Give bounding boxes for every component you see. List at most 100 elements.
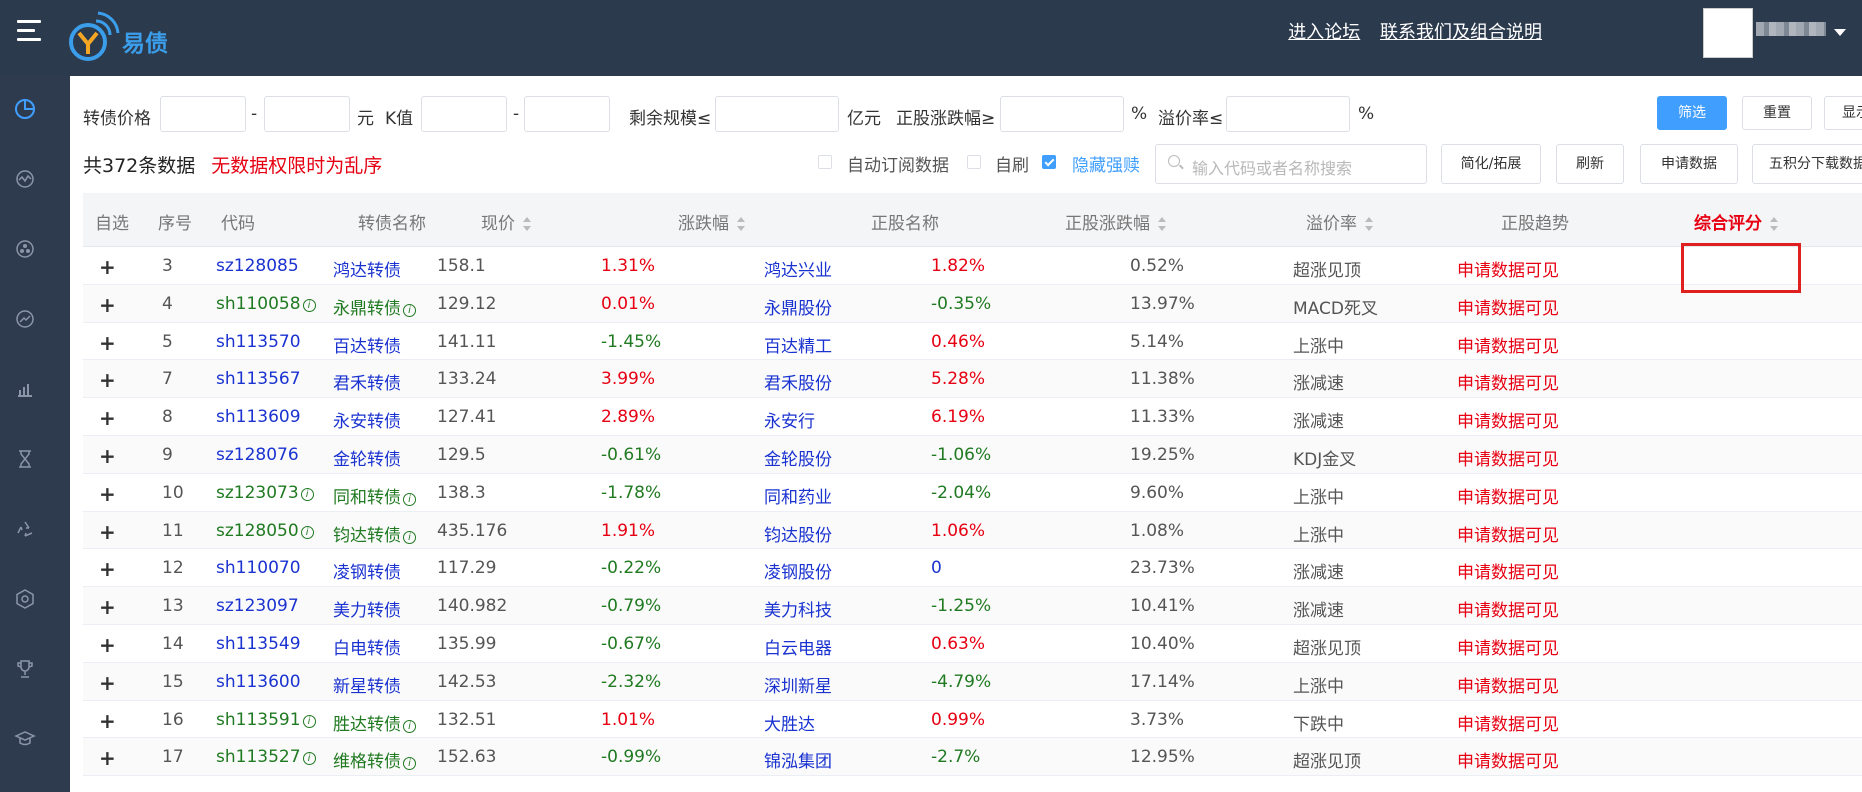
table-row[interactable]: +4 sh110058 i 永鼎转债 i 129.12 0.01% 永鼎股份 -0.35% 13.… (83, 284, 1862, 323)
code-link[interactable]: sh113570 (216, 332, 301, 352)
bond-name-link[interactable]: 百达转债 (333, 332, 401, 357)
table-row[interactable]: +12 sh110070 凌钢转债 117.29 -0.22% 凌钢股份 0 23.73% 涨减… (83, 549, 1862, 588)
k-min-input[interactable] (421, 96, 507, 132)
code-link[interactable]: sz128050 i (216, 521, 314, 541)
col-price[interactable]: 现价 (481, 209, 531, 234)
bond-name-link[interactable]: 永鼎转债 i (333, 294, 416, 319)
chevron-down-icon[interactable] (1834, 29, 1846, 36)
trophy-icon[interactable] (14, 658, 36, 680)
stock-name-link[interactable]: 鸿达兴业 (764, 256, 832, 281)
table-row[interactable]: +13 sz123097 美力转债 140.982 -0.79% 美力科技 -1.25% 10… (83, 587, 1862, 625)
apply-data-button[interactable]: 申请数据 (1640, 144, 1738, 184)
score-cell[interactable]: 申请数据可见 (1457, 294, 1559, 319)
bond-name-link[interactable]: 金轮转债 (333, 445, 401, 470)
score-cell[interactable]: 申请数据可见 (1457, 634, 1559, 659)
reset-button[interactable]: 重置 (1742, 96, 1812, 130)
bond-name-link[interactable]: 白电转债 (333, 634, 401, 659)
price-min-input[interactable] (160, 96, 246, 132)
score-cell[interactable]: 申请数据可见 (1457, 369, 1559, 394)
table-row[interactable]: +11 sz128050 i 钧达转债 i 435.176 1.91% 钧达股份 1.06% 1.… (83, 511, 1862, 550)
bond-name-link[interactable]: 君禾转债 (333, 369, 401, 394)
table-row[interactable]: +7 sh113567 君禾转债 133.24 3.99% 君禾股份 5.28% 11.38%… (83, 360, 1862, 399)
stock-name-link[interactable]: 锦泓集团 (764, 747, 832, 772)
bond-name-link[interactable]: 鸿达转债 (333, 256, 401, 281)
stock-name-link[interactable]: 百达精工 (764, 332, 832, 357)
score-cell[interactable]: 申请数据可见 (1457, 672, 1559, 697)
add-watch-icon[interactable]: + (99, 444, 116, 468)
menu-toggle-icon[interactable] (17, 20, 41, 42)
code-link[interactable]: sz123097 (216, 596, 299, 616)
add-watch-icon[interactable]: + (99, 482, 116, 506)
bond-name-link[interactable]: 永安转债 (333, 407, 401, 432)
add-watch-icon[interactable]: + (99, 557, 116, 581)
graduation-cap-icon[interactable] (14, 728, 36, 750)
add-watch-icon[interactable]: + (99, 520, 116, 544)
code-link[interactable]: sh113591 i (216, 710, 316, 730)
code-link[interactable]: sh113549 (216, 634, 301, 654)
code-link[interactable]: sh110070 (216, 558, 301, 578)
add-watch-icon[interactable]: + (99, 331, 116, 355)
table-row[interactable]: +15 sh113600 新星转债 142.53 -2.32% 深圳新星 -4.79% 17.… (83, 662, 1862, 701)
stock-name-link[interactable]: 凌钢股份 (764, 558, 832, 583)
download-button[interactable]: 五积分下载数据 (1752, 144, 1862, 184)
bond-name-link[interactable]: 新星转债 (333, 672, 401, 697)
stock-name-link[interactable]: 永鼎股份 (764, 294, 832, 319)
user-name-blurred[interactable] (1756, 22, 1826, 36)
contact-link[interactable]: 联系我们及组合说明 (1380, 22, 1542, 43)
scale-input[interactable] (715, 96, 839, 132)
trend-icon[interactable] (14, 308, 36, 330)
code-link[interactable]: sh113609 (216, 407, 301, 427)
stock-name-link[interactable]: 永安行 (764, 407, 815, 432)
display-button[interactable]: 显示 (1824, 96, 1862, 130)
table-row[interactable]: +17 sh113527 i 维格转债 i 152.63 -0.99% 锦泓集团 -2.7% 12… (83, 738, 1862, 777)
bond-name-link[interactable]: 维格转债 i (333, 747, 416, 772)
simplify-button[interactable]: 简化/拓展 (1441, 144, 1541, 184)
code-link[interactable]: sh113527 i (216, 747, 316, 767)
code-link[interactable]: sz128076 (216, 445, 299, 465)
k-max-input[interactable] (524, 96, 610, 132)
col-premium[interactable]: 溢价率 (1306, 209, 1373, 234)
col-change[interactable]: 涨跌幅 (678, 209, 745, 234)
score-cell[interactable]: 申请数据可见 (1457, 483, 1559, 508)
table-row[interactable]: +9 sz128076 金轮转债 129.5 -0.61% 金轮股份 -1.06% 19.25… (83, 435, 1862, 474)
self-refresh-checkbox[interactable] (967, 155, 981, 169)
stock-name-link[interactable]: 君禾股份 (764, 369, 832, 394)
score-cell[interactable]: 申请数据可见 (1457, 747, 1559, 772)
refresh-button[interactable]: 刷新 (1556, 144, 1624, 184)
table-row[interactable]: +5 sh113570 百达转债 141.11 -1.45% 百达精工 0.46% 5.14%… (83, 322, 1862, 361)
premium-input[interactable] (1226, 96, 1350, 132)
radar-icon[interactable] (14, 238, 36, 260)
bar-chart-icon[interactable] (14, 378, 36, 400)
hourglass-icon[interactable] (14, 448, 36, 470)
stock-name-link[interactable]: 美力科技 (764, 596, 832, 621)
score-cell[interactable]: 申请数据可见 (1457, 256, 1559, 281)
stock-name-link[interactable]: 大胜达 (764, 710, 815, 735)
avatar[interactable] (1703, 8, 1753, 58)
add-watch-icon[interactable]: + (99, 633, 116, 657)
score-cell[interactable]: 申请数据可见 (1457, 445, 1559, 470)
col-stock-change[interactable]: 正股涨跌幅 (1065, 209, 1166, 234)
score-cell[interactable]: 申请数据可见 (1457, 710, 1559, 735)
hexagon-icon[interactable] (14, 588, 36, 610)
col-score[interactable]: 综合评分 (1694, 209, 1778, 234)
stock-name-link[interactable]: 白云电器 (764, 634, 832, 659)
auto-subscribe-checkbox[interactable] (818, 155, 832, 169)
add-watch-icon[interactable]: + (99, 368, 116, 392)
stock-name-link[interactable]: 金轮股份 (764, 445, 832, 470)
bond-name-link[interactable]: 美力转债 (333, 596, 401, 621)
add-watch-icon[interactable]: + (99, 709, 116, 733)
table-row[interactable]: +16 sh113591 i 胜达转债 i 132.51 1.01% 大胜达 0.99% 3.73… (83, 700, 1862, 739)
code-link[interactable]: sz123073 i (216, 483, 314, 503)
stock-name-link[interactable]: 同和药业 (764, 483, 832, 508)
dashboard-icon[interactable] (14, 98, 36, 120)
add-watch-icon[interactable]: + (99, 255, 116, 279)
add-watch-icon[interactable]: + (99, 671, 116, 695)
add-watch-icon[interactable]: + (99, 746, 116, 770)
add-watch-icon[interactable]: + (99, 595, 116, 619)
code-link[interactable]: sh113600 (216, 672, 301, 692)
stock-name-link[interactable]: 深圳新星 (764, 672, 832, 697)
table-row[interactable]: +8 sh113609 永安转债 127.41 2.89% 永安行 6.19% 11.33% 涨… (83, 398, 1862, 436)
add-watch-icon[interactable]: + (99, 293, 116, 317)
bond-name-link[interactable]: 胜达转债 i (333, 710, 416, 735)
bond-name-link[interactable]: 同和转债 i (333, 483, 416, 508)
